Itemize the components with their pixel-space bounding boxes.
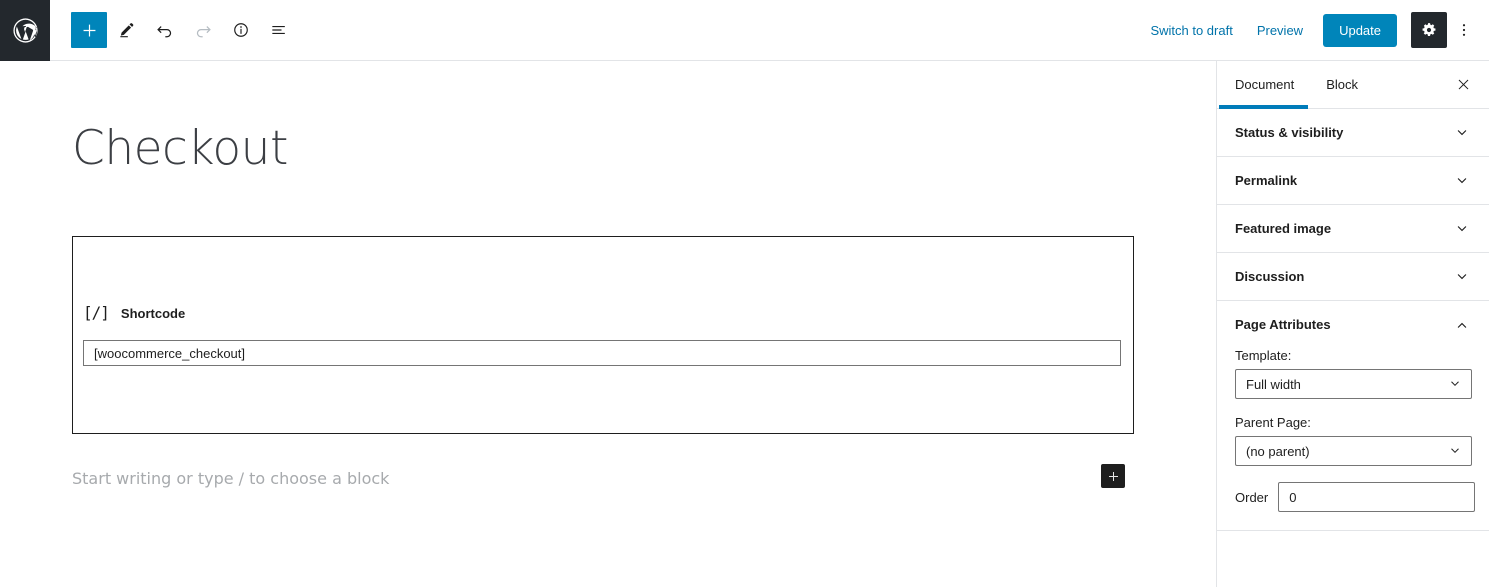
add-block-button[interactable]	[71, 12, 107, 48]
shortcode-block-label: Shortcode	[120, 305, 186, 321]
settings-sidebar: Document Block Status & visibility Perma…	[1216, 61, 1489, 587]
panel-status-visibility-header[interactable]: Status & visibility	[1217, 109, 1489, 156]
panel-discussion-header[interactable]: Discussion	[1217, 253, 1489, 300]
redo-button[interactable]	[185, 12, 221, 48]
undo-button[interactable]	[147, 12, 183, 48]
wordpress-logo-button[interactable]	[0, 0, 50, 61]
panel-discussion: Discussion	[1217, 253, 1489, 301]
panel-title: Status & visibility	[1235, 125, 1344, 140]
chevron-down-icon	[1453, 172, 1471, 190]
panel-featured-image: Featured image	[1217, 205, 1489, 253]
plus-icon	[1106, 469, 1121, 484]
switch-to-draft-button[interactable]: Switch to draft	[1138, 17, 1244, 44]
panel-title: Permalink	[1235, 173, 1298, 188]
parent-page-select-wrapper: (no parent)	[1235, 436, 1472, 466]
page-attributes-body: Template: Full width Parent Page: (no pa…	[1217, 348, 1489, 530]
details-button[interactable]	[223, 12, 259, 48]
template-label: Template:	[1235, 348, 1292, 363]
preview-button[interactable]: Preview	[1245, 17, 1315, 44]
panel-page-attributes: Page Attributes Template: Full width Par…	[1217, 301, 1489, 531]
more-menu-button[interactable]	[1449, 12, 1479, 48]
info-circle-icon	[231, 20, 251, 40]
undo-arrow-icon	[155, 20, 175, 40]
pencil-icon	[117, 20, 137, 40]
tab-document[interactable]: Document	[1217, 61, 1310, 109]
panel-permalink: Permalink	[1217, 157, 1489, 205]
empty-paragraph-block[interactable]: Start writing or type / to choose a bloc…	[72, 463, 1134, 493]
settings-toggle-button[interactable]	[1411, 12, 1447, 48]
close-x-icon	[1456, 77, 1471, 92]
list-view-icon	[269, 20, 289, 40]
shortcode-input[interactable]	[83, 340, 1121, 366]
wordpress-logo-icon	[11, 16, 40, 45]
panel-status-visibility: Status & visibility	[1217, 109, 1489, 157]
chevron-down-icon	[1453, 268, 1471, 286]
parent-page-label: Parent Page:	[1235, 415, 1311, 430]
chevron-down-icon	[1453, 124, 1471, 142]
block-placeholder-text: Start writing or type / to choose a bloc…	[72, 468, 390, 488]
panel-title: Featured image	[1235, 221, 1332, 236]
tab-block[interactable]: Block	[1310, 61, 1374, 109]
editor-canvas: Checkout [/] Shortcode Start writing or …	[0, 61, 1216, 587]
chevron-down-icon	[1453, 220, 1471, 238]
close-sidebar-button[interactable]	[1451, 73, 1475, 97]
template-select-wrapper: Full width	[1235, 369, 1472, 399]
shortcode-block-header: [/] Shortcode	[83, 305, 185, 321]
panel-page-attributes-header[interactable]: Page Attributes	[1217, 301, 1489, 348]
shortcode-icon: [/]	[83, 303, 110, 322]
gear-icon	[1420, 21, 1438, 39]
block-navigation-button[interactable]	[261, 12, 297, 48]
sidebar-tabs: Document Block	[1217, 61, 1489, 109]
page-title[interactable]: Checkout	[72, 123, 288, 175]
chevron-up-icon	[1453, 316, 1471, 334]
editor-toolbar: Switch to draft Preview Update	[0, 0, 1489, 61]
shortcode-block[interactable]: [/] Shortcode	[72, 236, 1134, 434]
parent-page-select[interactable]: (no parent)	[1235, 436, 1472, 466]
panel-title: Page Attributes	[1235, 317, 1331, 332]
inline-block-inserter-button[interactable]	[1101, 464, 1125, 488]
order-input[interactable]	[1278, 482, 1476, 512]
redo-arrow-icon	[193, 20, 213, 40]
wordpress-block-editor: Switch to draft Preview Update Checkout …	[0, 0, 1489, 587]
panel-featured-image-header[interactable]: Featured image	[1217, 205, 1489, 252]
toolbar-right-group: Switch to draft Preview Update	[1138, 0, 1489, 61]
three-dots-vertical-icon	[1455, 21, 1473, 39]
template-select[interactable]: Full width	[1235, 369, 1472, 399]
order-label: Order	[1235, 489, 1269, 505]
panel-permalink-header[interactable]: Permalink	[1217, 157, 1489, 204]
plus-icon	[80, 21, 99, 40]
panel-title: Discussion	[1235, 269, 1305, 284]
update-button[interactable]: Update	[1323, 13, 1397, 47]
edit-mode-button[interactable]	[109, 12, 145, 48]
order-field-row: Order	[1235, 482, 1476, 512]
toolbar-left-group	[50, 0, 299, 61]
